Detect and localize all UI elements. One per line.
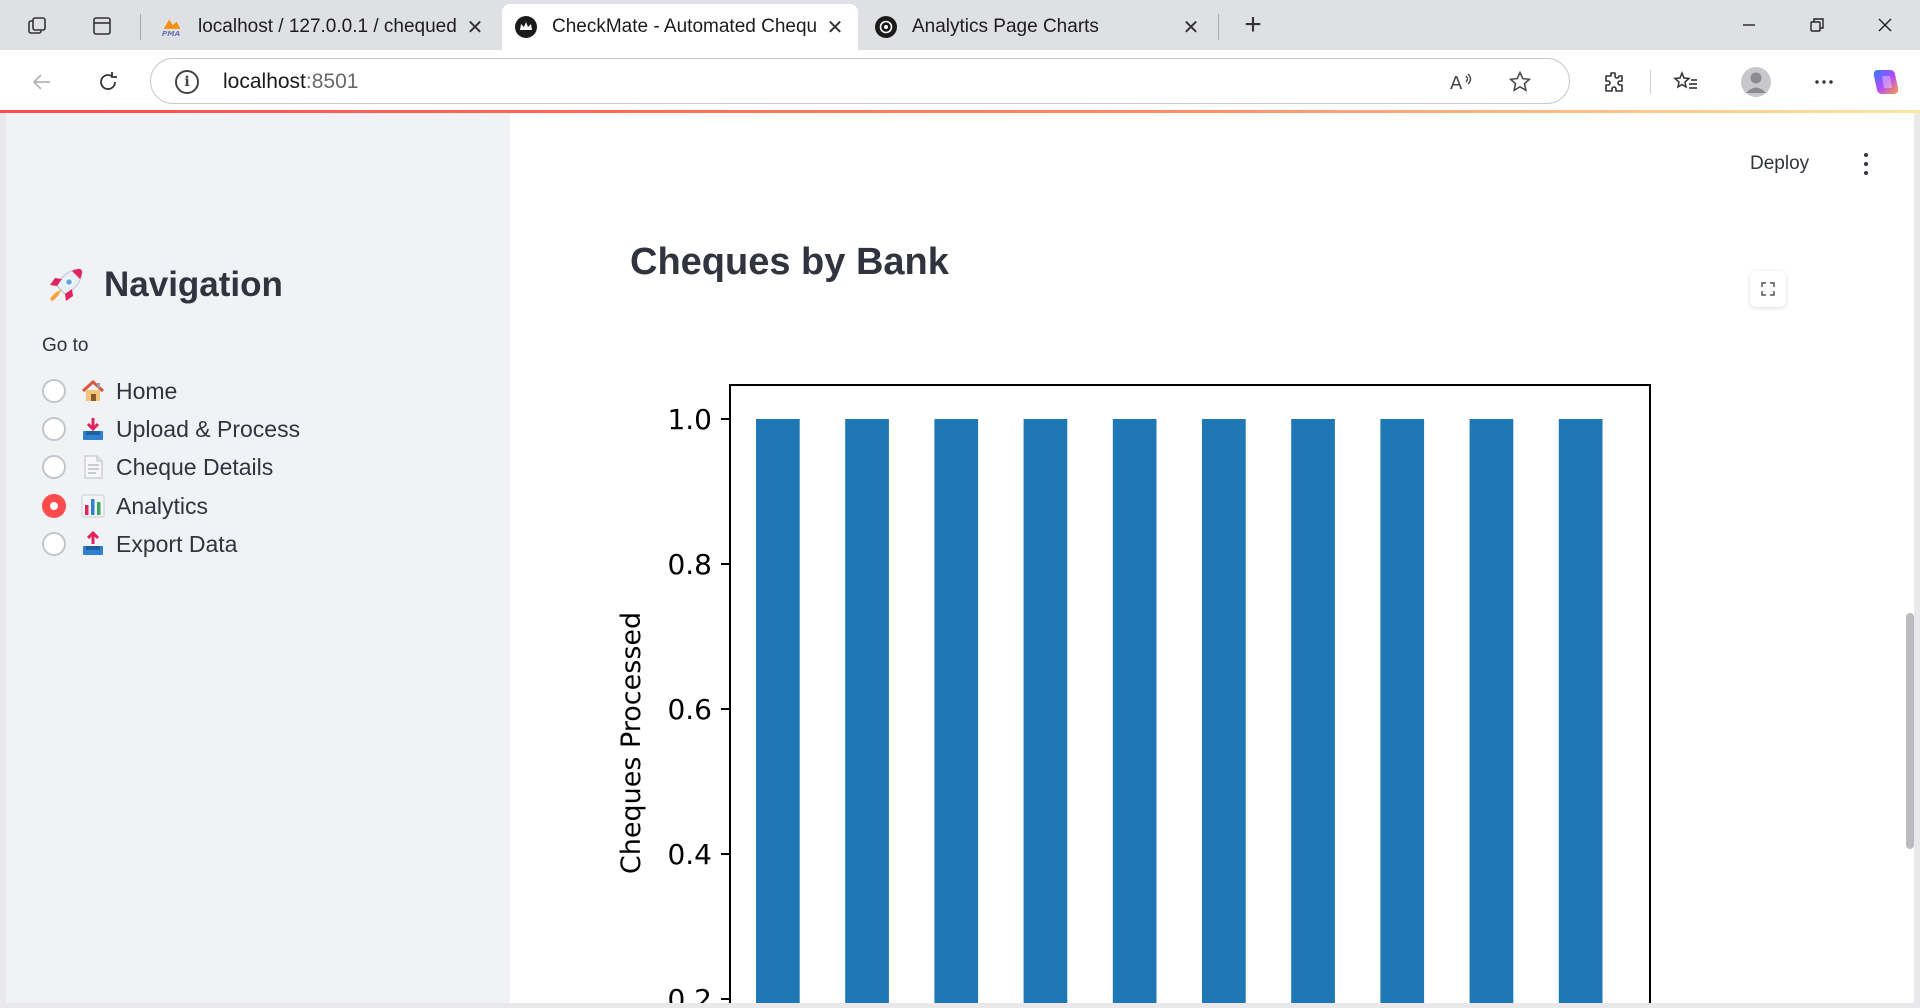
main-menu-icon[interactable] [1856,151,1876,177]
chart-bar [845,419,889,1003]
inbox-tray-icon [83,418,103,440]
new-tab-button[interactable]: + [1236,8,1270,42]
address-bar[interactable]: i localhost:8501 A [150,58,1570,104]
radio-button[interactable] [42,379,66,403]
favorites-icon[interactable] [1668,64,1704,100]
chart-bar [1202,419,1246,1003]
main-content: Deploy Cheques by Bank 0.2 0.4 0.6 0.8 1.0 C… [510,113,1914,1003]
tab-title: Analytics Page Charts [912,16,1099,37]
radio-button[interactable] [42,417,66,441]
tab-phpmyadmin[interactable]: PMA localhost / 127.0.0.1 / chequedb / ✕ [148,4,498,50]
radio-group-label: Go to [42,335,89,356]
outbox-tray-icon [83,531,103,555]
section-heading: Cheques by Bank [630,241,949,283]
nav-option-cheque-details[interactable]: Cheque Details [42,451,273,483]
y-tick-label: 1.0 [667,403,712,436]
favorite-star-icon[interactable] [1505,67,1535,97]
tab-checkmate[interactable]: CheckMate - Automated Cheque ✕ [502,4,858,50]
refresh-button[interactable] [90,64,126,100]
nav-option-home[interactable]: Home [42,375,177,407]
nav-option-export-data[interactable]: Export Data [42,528,237,560]
fullscreen-button[interactable] [1750,271,1786,307]
nav-option-label: Home [116,377,178,404]
house-icon [81,379,105,401]
y-tick-label: 0.2 [667,983,712,1003]
rocket-icon [49,268,83,302]
nav-option-analytics[interactable]: Analytics [42,490,208,522]
minimize-button[interactable] [1724,6,1774,44]
tab-actions-icon[interactable] [86,10,118,42]
browser-toolbar: i localhost:8501 A [0,50,1920,112]
back-button[interactable] [24,64,60,100]
page-scrollbar[interactable] [1906,613,1914,849]
chart-bar [1023,419,1068,1003]
y-tick-label: 0.8 [667,548,712,581]
browser-tab-strip: PMA localhost / 127.0.0.1 / chequedb / ✕… [0,0,1920,50]
sidebar-title: Navigation [44,263,283,307]
close-icon[interactable]: ✕ [1180,15,1202,40]
chart-bar [756,419,800,1003]
tab-title: localhost / 127.0.0.1 / chequedb / [198,16,458,37]
workspaces-icon[interactable] [22,10,54,42]
phpmyadmin-icon: PMA [160,15,184,39]
profile-avatar[interactable] [1738,64,1774,100]
y-axis-label: Cheques Processed [616,612,647,874]
nav-option-label: Export Data [116,530,238,557]
radio-button[interactable] [42,532,66,556]
nav-option-label: Upload & Process [116,415,301,442]
fullscreen-icon [1761,282,1775,296]
page-icon [84,455,103,479]
chart-y-axis: 0.2 0.4 0.6 0.8 1.0 [667,403,730,1003]
openai-icon [874,15,898,39]
close-icon[interactable]: ✕ [464,15,486,40]
read-aloud-icon[interactable]: A [1447,67,1477,97]
app-crown-icon [514,15,538,39]
close-icon[interactable]: ✕ [824,15,846,40]
y-tick-label: 0.4 [667,838,712,871]
svg-text:PMA: PMA [162,29,181,38]
svg-text:A: A [1450,73,1463,94]
sidebar: Navigation Go to Home Upload & Process C… [6,113,510,1003]
chart-bar [1380,419,1425,1003]
bar-chart-icon [81,494,105,518]
tab-analytics-charts[interactable]: Analytics Page Charts ✕ [862,4,1214,50]
chart-bars [756,419,1603,1003]
bar-chart: 0.2 0.4 0.6 0.8 1.0 Cheques Processed [616,384,1651,1003]
restore-button[interactable] [1792,6,1842,44]
extensions-icon[interactable] [1596,64,1632,100]
more-menu-icon[interactable] [1806,64,1842,100]
radio-button-selected[interactable] [42,494,66,518]
chart-bar [934,419,979,1003]
sidebar-title-text: Navigation [104,265,283,304]
close-window-button[interactable] [1860,6,1910,44]
chart-bar [1469,419,1514,1003]
url-text: localhost:8501 [223,70,359,93]
y-tick-label: 0.6 [667,693,712,726]
tab-title: CheckMate - Automated Cheque [552,16,818,37]
chart-bar [1558,419,1603,1003]
nav-option-label: Analytics [116,492,209,519]
radio-button[interactable] [42,455,66,479]
site-info-icon[interactable]: i [175,70,199,94]
deploy-button[interactable]: Deploy [1750,153,1809,175]
chart-bar [1112,419,1157,1003]
chart-bar [1291,419,1335,1003]
copilot-icon[interactable] [1868,64,1904,100]
nav-option-label: Cheque Details [116,453,274,480]
app-viewport: Navigation Go to Home Upload & Process C… [6,113,1914,1003]
nav-option-upload-process[interactable]: Upload & Process [42,413,300,445]
